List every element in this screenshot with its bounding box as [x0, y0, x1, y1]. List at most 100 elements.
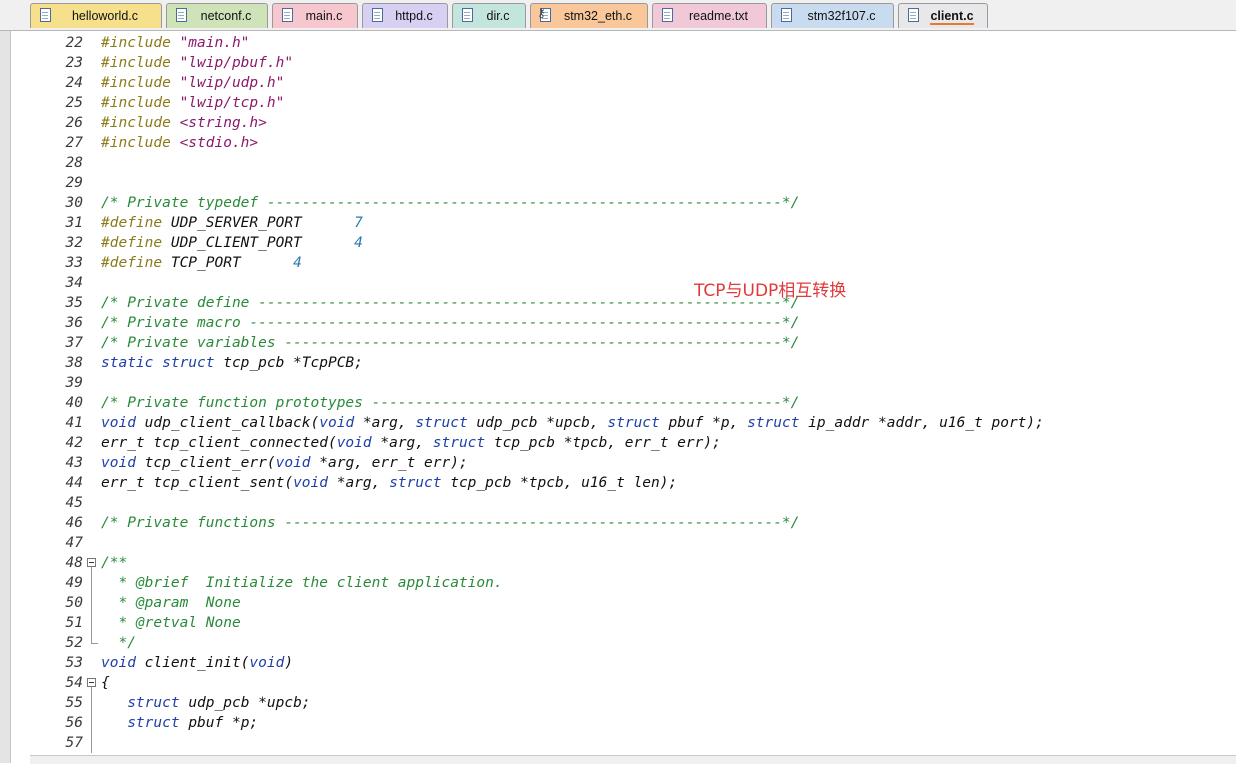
fold-guide	[91, 733, 92, 753]
code-line[interactable]: 33 #define TCP_PORT 4	[11, 253, 1236, 273]
code-text: void client_init(void)	[101, 655, 294, 671]
line-number: 56	[65, 715, 83, 731]
code-line[interactable]: 28	[11, 153, 1236, 173]
code-line[interactable]: 25 #include "lwip/tcp.h"	[11, 93, 1236, 113]
code-line[interactable]: 52 */	[11, 633, 1236, 653]
code-text: struct pbuf *p;	[127, 715, 259, 731]
code-line[interactable]: 31 #define UDP_SERVER_PORT 7	[11, 213, 1236, 233]
tab-label: dir.c	[453, 9, 525, 23]
code-line[interactable]: 46 /* Private functions -----------------…	[11, 513, 1236, 533]
code-text: /* Private variables -------------------…	[101, 335, 800, 351]
tab-label-text: stm32_eth.c	[563, 9, 633, 23]
code-text: #include "lwip/pbuf.h"	[101, 55, 294, 71]
fold-guide	[91, 573, 92, 593]
tab-dir-c[interactable]: dir.c	[452, 3, 526, 28]
code-text: #include <string.h>	[101, 115, 267, 131]
tab-label: main.c	[273, 9, 357, 23]
line-number: 34	[65, 275, 83, 291]
code-text: /* Private functions -------------------…	[101, 515, 800, 531]
code-editor[interactable]: TCP与UDP相互转换 22 #include "main.h" 23 #includ…	[11, 31, 1236, 755]
line-number: 43	[65, 455, 83, 471]
tab-label: stm32_eth.c	[531, 9, 647, 23]
line-number: 30	[65, 195, 83, 211]
code-line[interactable]: 48 /**	[11, 553, 1236, 573]
tab-client-c[interactable]: client.c	[898, 3, 988, 28]
left-edge	[0, 31, 11, 763]
line-number: 33	[65, 255, 83, 271]
tab-label-text: main.c	[305, 9, 343, 23]
code-text: void tcp_client_err(void *arg, err_t err…	[101, 455, 468, 471]
line-number: 54	[65, 675, 83, 691]
tab-stm32f107-c[interactable]: stm32f107.c	[771, 3, 894, 28]
line-number: 50	[65, 595, 83, 611]
tab-helloworld-c[interactable]: helloworld.c	[30, 3, 162, 28]
code-line[interactable]: 27 #include <stdio.h>	[11, 133, 1236, 153]
tab-label: client.c	[899, 9, 987, 25]
line-number: 35	[65, 295, 83, 311]
code-text: #include "lwip/udp.h"	[101, 75, 285, 91]
code-line[interactable]: 54 {	[11, 673, 1236, 693]
line-number: 31	[65, 215, 83, 231]
line-number: 22	[65, 35, 83, 51]
code-line[interactable]: 53 void client_init(void)	[11, 653, 1236, 673]
tab-label-text: httpd.c	[395, 9, 433, 23]
code-text: * @param None	[101, 595, 241, 611]
code-line[interactable]: 43 void tcp_client_err(void *arg, err_t e…	[11, 453, 1236, 473]
code-line[interactable]: 32 #define UDP_CLIENT_PORT 4	[11, 233, 1236, 253]
fold-toggle-icon[interactable]	[87, 678, 96, 687]
line-number: 25	[65, 95, 83, 111]
code-line[interactable]: 55 struct udp_pcb *upcb;	[11, 693, 1236, 713]
code-line[interactable]: 41 void udp_client_callback(void *arg, st…	[11, 413, 1236, 433]
fold-guide	[91, 613, 92, 633]
code-line[interactable]: 22 #include "main.h"	[11, 33, 1236, 53]
fold-guide	[91, 713, 92, 733]
code-line[interactable]: 30 /* Private typedef -------------------…	[11, 193, 1236, 213]
code-line[interactable]: 24 #include "lwip/udp.h"	[11, 73, 1236, 93]
tab-label-text: stm32f107.c	[807, 9, 876, 23]
code-text: /* Private macro -----------------------…	[101, 315, 800, 331]
code-line[interactable]: 50 * @param None	[11, 593, 1236, 613]
line-number: 52	[65, 635, 83, 651]
code-line[interactable]: 38 static struct tcp_pcb *TcpPCB;	[11, 353, 1236, 373]
code-line[interactable]: 49 * @brief Initialize the client applic…	[11, 573, 1236, 593]
code-text: {	[101, 675, 110, 691]
code-text: #include "main.h"	[101, 35, 250, 51]
tab-main-c[interactable]: main.c	[272, 3, 358, 28]
tab-label: stm32f107.c	[772, 9, 893, 23]
tab-httpd-c[interactable]: httpd.c	[362, 3, 448, 28]
fold-end-guide	[91, 633, 98, 644]
tab-label-text: helloworld.c	[71, 9, 138, 23]
tab-netconf-c[interactable]: netconf.c	[166, 3, 268, 28]
code-line[interactable]: 40 /* Private function prototypes -------…	[11, 393, 1236, 413]
tab-stm32-eth-c[interactable]: ⚷ stm32_eth.c	[530, 3, 648, 28]
code-line[interactable]: 51 * @retval None	[11, 613, 1236, 633]
code-line[interactable]: 35 /* Private define --------------------…	[11, 293, 1236, 313]
code-text: err_t tcp_client_sent(void *arg, struct …	[101, 475, 678, 491]
line-number: 26	[65, 115, 83, 131]
code-line[interactable]: 36 /* Private macro ---------------------…	[11, 313, 1236, 333]
code-line[interactable]: 45	[11, 493, 1236, 513]
fold-toggle-icon[interactable]	[87, 558, 96, 567]
line-number: 41	[65, 415, 83, 431]
code-line[interactable]: 37 /* Private variables -----------------…	[11, 333, 1236, 353]
tab-label-text: netconf.c	[200, 9, 252, 23]
code-line[interactable]: 34	[11, 273, 1236, 293]
code-line[interactable]: 42 err_t tcp_client_connected(void *arg, …	[11, 433, 1236, 453]
code-line[interactable]: 56 struct pbuf *p;	[11, 713, 1236, 733]
line-number: 36	[65, 315, 83, 331]
tab-readme-txt[interactable]: readme.txt	[652, 3, 767, 28]
line-number: 38	[65, 355, 83, 371]
code-line[interactable]: 57	[11, 733, 1236, 753]
code-line[interactable]: 29	[11, 173, 1236, 193]
code-line[interactable]: 26 #include <string.h>	[11, 113, 1236, 133]
code-line[interactable]: 23 #include "lwip/pbuf.h"	[11, 53, 1236, 73]
code-line[interactable]: 44 err_t tcp_client_sent(void *arg, struc…	[11, 473, 1236, 493]
code-text: */	[101, 635, 136, 651]
tab-label: netconf.c	[167, 9, 267, 23]
line-number: 39	[65, 375, 83, 391]
code-text: static struct tcp_pcb *TcpPCB;	[101, 355, 363, 371]
code-line[interactable]: 47	[11, 533, 1236, 553]
line-number: 28	[65, 155, 83, 171]
code-line[interactable]: 39	[11, 373, 1236, 393]
tab-label-text: readme.txt	[688, 9, 749, 23]
